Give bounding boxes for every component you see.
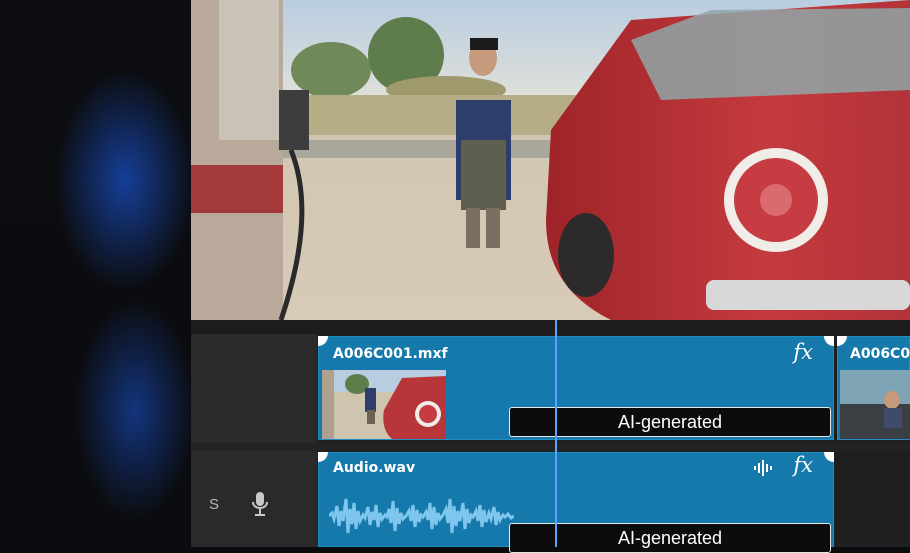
playhead[interactable]: [555, 320, 557, 547]
clip-name: A006C001.mxf: [333, 346, 448, 362]
next-video-clip[interactable]: A006C0: [837, 336, 910, 440]
clip-name: A006C0: [850, 346, 910, 362]
microphone-icon[interactable]: [250, 490, 270, 518]
ai-generated-badge: AI-generated: [509, 523, 831, 553]
video-frame: [191, 0, 910, 320]
clip-name: Audio.wav: [333, 460, 416, 476]
fx-icon[interactable]: fx: [793, 340, 813, 364]
audio-waveform: [329, 498, 514, 534]
timeline-panel[interactable]: A006C001.mxf fx AI-generated A006C0 Audi…: [191, 320, 910, 553]
clip-out-handle[interactable]: [824, 452, 834, 462]
clip-in-handle[interactable]: [318, 336, 328, 346]
video-track-header[interactable]: [191, 334, 317, 443]
ai-generated-badge: AI-generated: [509, 407, 831, 437]
clip-in-handle[interactable]: [318, 452, 328, 462]
clip-out-handle[interactable]: [824, 336, 834, 346]
clip-in-handle[interactable]: [837, 336, 847, 346]
video-clip[interactable]: A006C001.mxf fx AI-generated: [318, 336, 834, 440]
timeline-ruler[interactable]: [191, 320, 910, 334]
program-monitor[interactable]: [191, 0, 910, 320]
solo-toggle[interactable]: S: [209, 496, 219, 513]
waveform-icon[interactable]: [753, 460, 773, 476]
clip-thumbnail: [840, 370, 910, 439]
audio-clip[interactable]: Audio.wav fx AI-generated: [318, 452, 834, 553]
background-glow: [0, 0, 200, 547]
fx-icon[interactable]: fx: [793, 453, 813, 477]
clip-thumbnail: [322, 370, 446, 439]
